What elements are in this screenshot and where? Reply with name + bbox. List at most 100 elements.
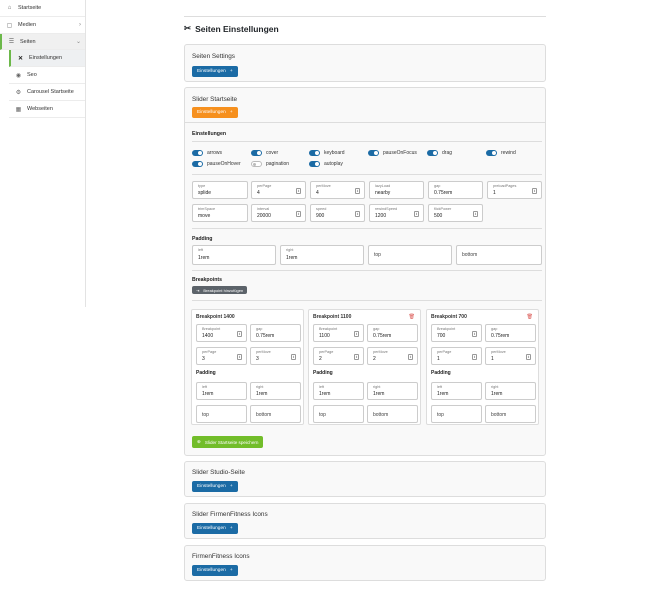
stepper-icon[interactable]: ⇕ <box>526 354 531 360</box>
padding-bottom-field[interactable]: bottom <box>485 405 536 423</box>
toggle-rewind[interactable]: rewind <box>486 150 516 156</box>
padding-left-field[interactable]: left 1rem <box>192 245 276 265</box>
sidebar-item-label: Einstellungen <box>29 55 63 61</box>
padding-right-field[interactable]: right 1rem <box>250 382 301 400</box>
stepper-icon[interactable]: ⇕ <box>355 211 360 217</box>
padding-right-field[interactable]: right 1rem <box>367 382 418 400</box>
stepper-icon[interactable]: ⇕ <box>354 354 359 360</box>
stepper-icon[interactable]: ⇕ <box>355 188 360 194</box>
perpage-field[interactable]: perPage 4 ⇕ <box>251 181 306 199</box>
stepper-icon[interactable]: ⇕ <box>354 331 359 337</box>
stepper-icon[interactable]: ⇕ <box>408 354 413 360</box>
permove-field[interactable]: perMove 3 ⇕ <box>250 347 301 365</box>
field-value: 4 <box>316 190 319 196</box>
gap-field[interactable]: gap 0.75rem <box>485 324 536 342</box>
toggle-pagination[interactable]: pagination <box>251 161 289 167</box>
padding-top-field[interactable]: top <box>368 245 452 265</box>
einstellungen-button[interactable]: Einstellungen + <box>192 565 238 576</box>
stepper-icon[interactable]: ⇕ <box>473 211 478 217</box>
perpage-field[interactable]: perPage 3 ⇕ <box>196 347 247 365</box>
sidebar-item-seo[interactable]: ◉ Seo <box>9 67 85 84</box>
card-title: FirmenFitness Icons <box>192 553 250 560</box>
trash-icon[interactable]: 🗑 <box>409 314 415 320</box>
padding-bottom-field[interactable]: bottom <box>367 405 418 423</box>
permove-field[interactable]: perMove 1 ⇕ <box>485 347 536 365</box>
toggle-switch[interactable] <box>427 150 438 156</box>
gap-field[interactable]: gap 0.75rem <box>367 324 418 342</box>
padding-right-field[interactable]: right 1rem <box>280 245 364 265</box>
stepper-icon[interactable]: ⇕ <box>296 188 301 194</box>
padding-right-field[interactable]: right 1rem <box>485 382 536 400</box>
chevron-down-icon: ⌄ <box>75 39 81 45</box>
stepper-icon[interactable]: ⇕ <box>414 211 419 217</box>
permove-field[interactable]: perMove 2 ⇕ <box>367 347 418 365</box>
gap-field[interactable]: gap 0.75rem <box>428 181 483 199</box>
padding-left-field[interactable]: left 1rem <box>313 382 364 400</box>
field-label: gap <box>256 327 263 331</box>
perpage-field[interactable]: perPage 2 ⇕ <box>313 347 364 365</box>
stepper-icon[interactable]: ⇕ <box>532 188 537 194</box>
interval-field[interactable]: interval 20000 ⇕ <box>251 204 306 222</box>
einstellungen-button[interactable]: Einstellungen + <box>192 523 238 534</box>
stepper-icon[interactable]: ⇕ <box>472 331 477 337</box>
flickpower-field[interactable]: flickPower 500 ⇕ <box>428 204 483 222</box>
toggle-switch[interactable] <box>368 150 379 156</box>
rewindspeed-field[interactable]: rewindSpeed 1200 ⇕ <box>369 204 424 222</box>
save-slider-button[interactable]: ⊕ Slider Startseite speichern <box>192 436 264 448</box>
padding-bottom-field[interactable]: bottom <box>456 245 542 265</box>
toggle-switch[interactable] <box>192 161 203 167</box>
einstellungen-button[interactable]: Einstellungen + <box>192 107 238 118</box>
trash-icon[interactable]: 🗑 <box>527 314 533 320</box>
permove-field[interactable]: perMove 4 ⇕ <box>310 181 365 199</box>
field-value: 0.75rem <box>256 333 275 339</box>
toggle-switch[interactable] <box>192 150 203 156</box>
sidebar-item-einstellungen[interactable]: ✕ Einstellungen <box>9 50 85 67</box>
sidebar-item-seiten[interactable]: ☰ Seiten ⌄ <box>0 34 85 50</box>
breakpoint-field[interactable]: Breakpoint 1400 ⇕ <box>196 324 247 342</box>
padding-left-field[interactable]: left 1rem <box>431 382 482 400</box>
sidebar-item-label: Startseite <box>18 5 42 11</box>
padding-top-field[interactable]: top <box>431 405 482 423</box>
stepper-icon[interactable]: ⇕ <box>237 331 242 337</box>
toggle-keyboard[interactable]: keyboard <box>309 150 345 156</box>
toggle-switch[interactable] <box>251 161 262 167</box>
speed-field[interactable]: speed 900 ⇕ <box>310 204 365 222</box>
sidebar-item-medien[interactable]: ▢ Medien › <box>0 17 85 34</box>
toggle-label: pagination <box>266 161 290 167</box>
trimspace-field[interactable]: trimSpace move <box>192 204 248 222</box>
lazyload-field[interactable]: lazyLoad nearby <box>369 181 424 199</box>
toggle-pauseonfocus[interactable]: pauseOnFocus <box>368 150 417 156</box>
perpage-field[interactable]: perPage 1 ⇕ <box>431 347 482 365</box>
toggle-arrows[interactable]: arrows <box>192 150 222 156</box>
sidebar-item-label: Seo <box>27 72 37 78</box>
preloadpages-field[interactable]: preloadPages 1 ⇕ <box>487 181 542 199</box>
toggle-switch[interactable] <box>309 150 320 156</box>
padding-bottom-field[interactable]: bottom <box>250 405 301 423</box>
sidebar-item-startseite[interactable]: ⌂ Startseite <box>0 0 85 17</box>
toggle-switch[interactable] <box>309 161 320 167</box>
breakpoint-field[interactable]: Breakpoint 700 ⇕ <box>431 324 482 342</box>
toggle-cover[interactable]: cover <box>251 150 278 156</box>
padding-left-field[interactable]: left 1rem <box>196 382 247 400</box>
gap-field[interactable]: gap 0.75rem <box>250 324 301 342</box>
padding-top-field[interactable]: top <box>196 405 247 423</box>
breakpoint-field[interactable]: Breakpoint 1100 ⇕ <box>313 324 364 342</box>
einstellungen-button[interactable]: Einstellungen + <box>192 481 238 492</box>
toggle-switch[interactable] <box>486 150 497 156</box>
tools-icon: ✕ <box>17 55 24 62</box>
einstellungen-button[interactable]: Einstellungen + <box>192 66 238 77</box>
sidebar-item-webseiten[interactable]: ▦ Webseiten <box>9 101 85 118</box>
type-field[interactable]: type splide <box>192 181 248 199</box>
toggle-pauseonhover[interactable]: pauseOnHover <box>192 161 241 167</box>
padding-top-field[interactable]: top <box>313 405 364 423</box>
toggle-autoplay[interactable]: autoplay <box>309 161 343 167</box>
toggle-switch[interactable] <box>251 150 262 156</box>
stepper-icon[interactable]: ⇕ <box>472 354 477 360</box>
stepper-icon[interactable]: ⇕ <box>296 211 301 217</box>
add-breakpoint-button[interactable]: ⇥ Breakpoint hinzufügen <box>192 286 248 294</box>
stepper-icon[interactable]: ⇕ <box>291 354 296 360</box>
sidebar-item-carousel-startseite[interactable]: ⚙ Carousel Startseite <box>9 84 85 101</box>
stepper-icon[interactable]: ⇕ <box>237 354 242 360</box>
field-value: 1 <box>491 356 494 362</box>
toggle-drag[interactable]: drag <box>427 150 452 156</box>
